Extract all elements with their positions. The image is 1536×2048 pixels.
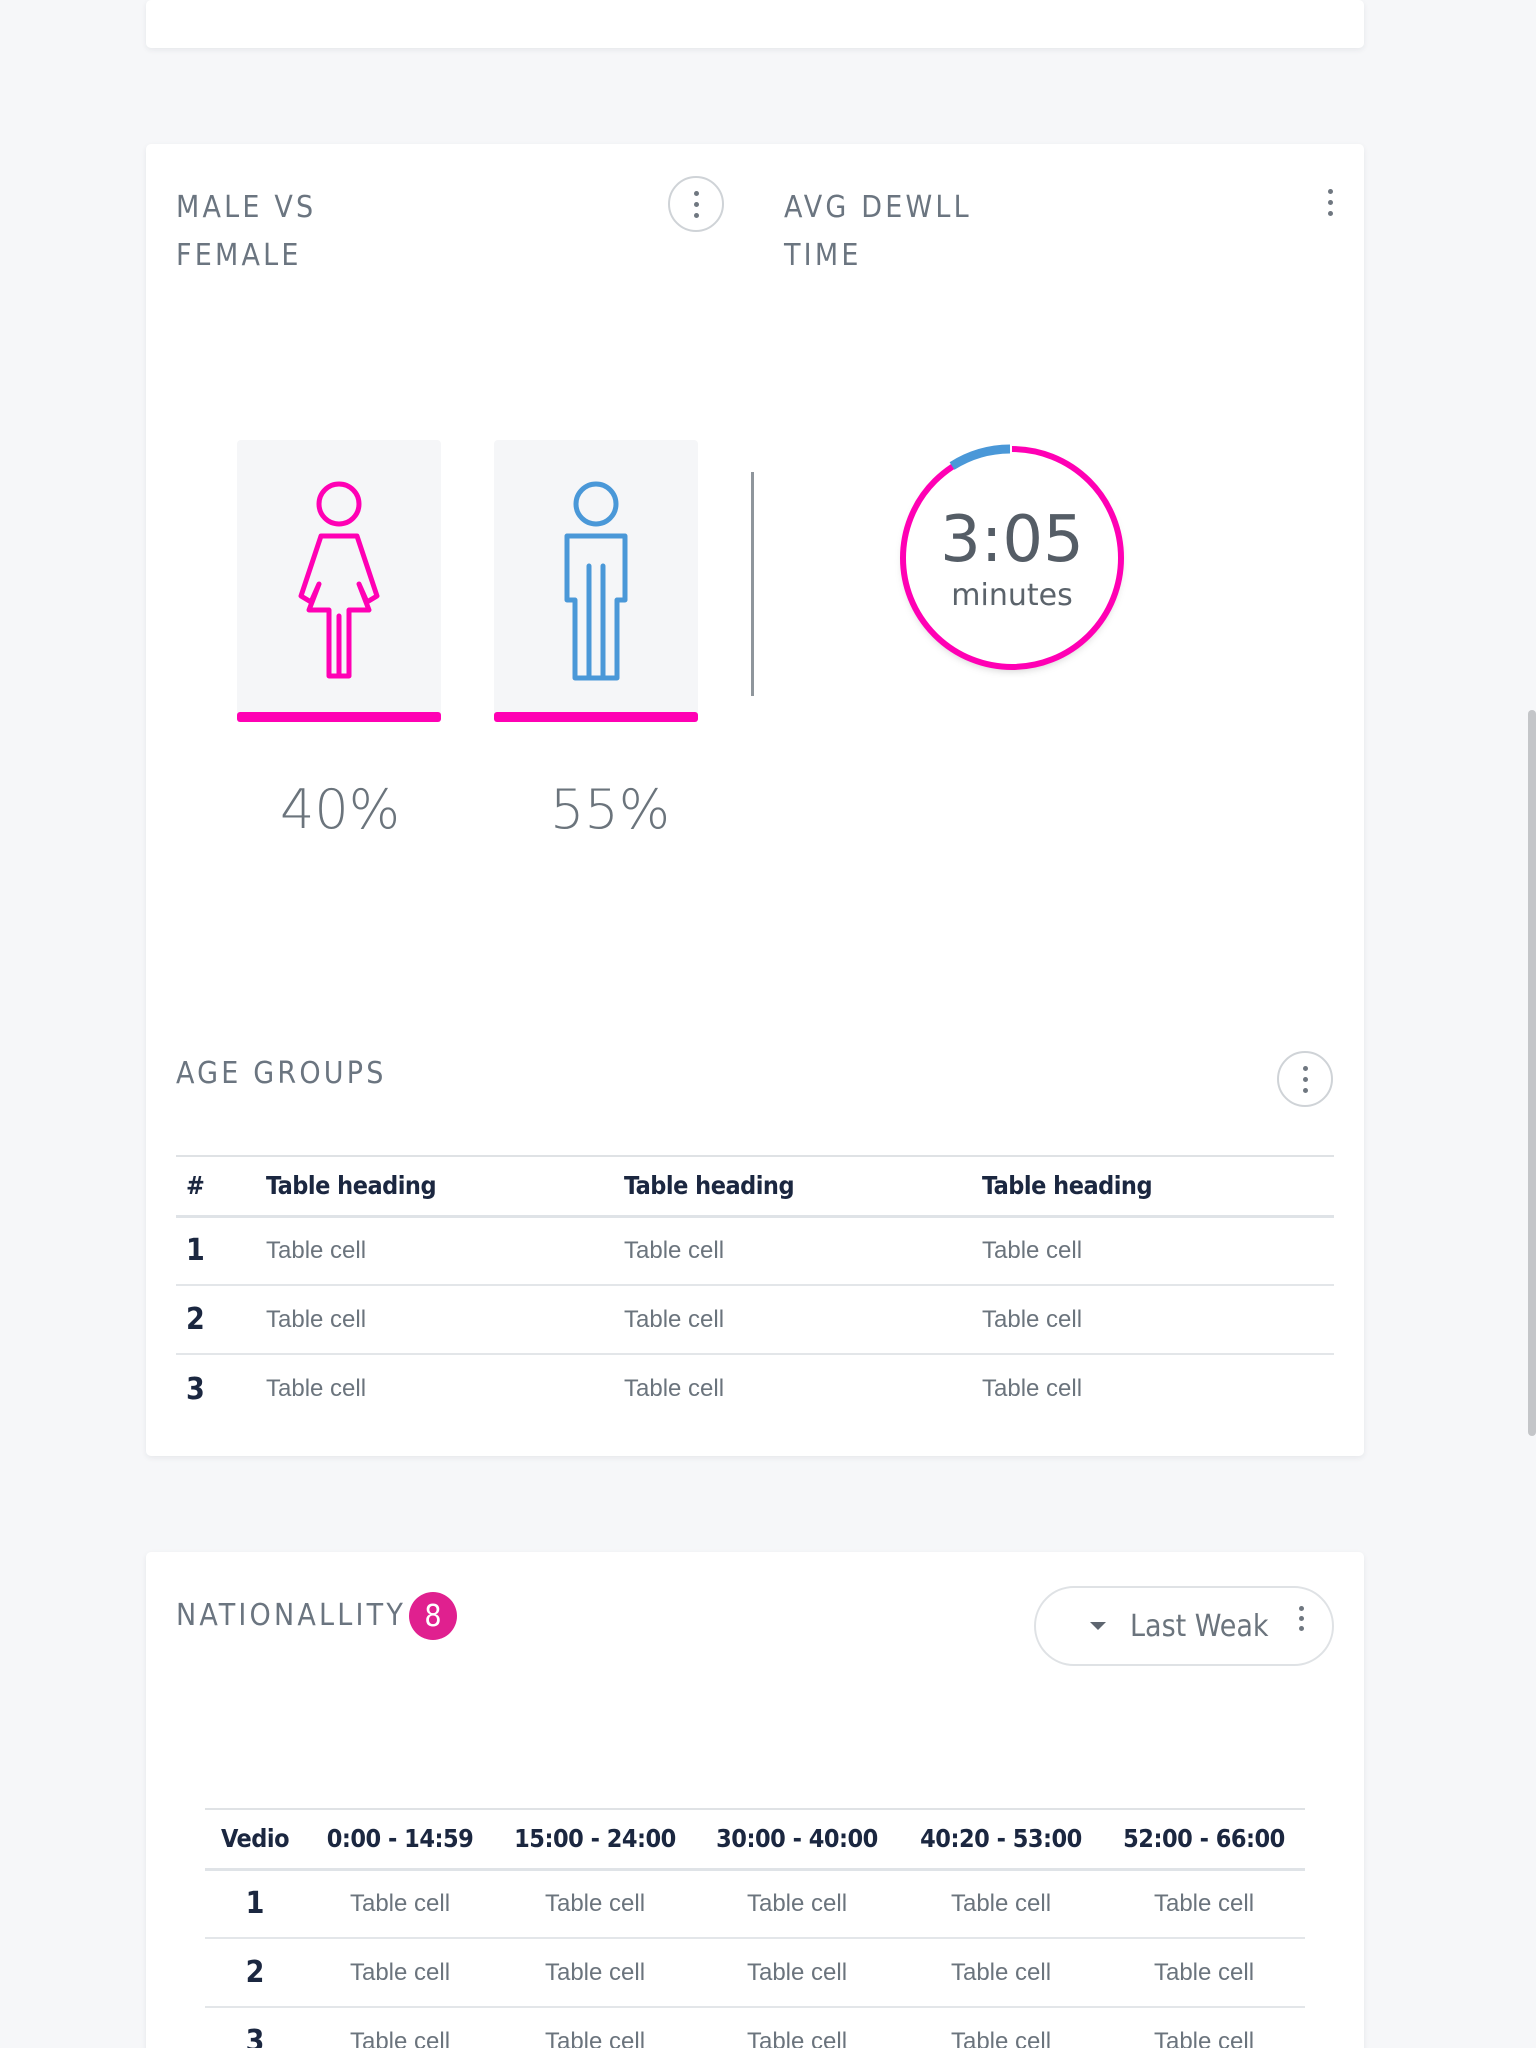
table-cell: Table cell: [899, 1869, 1103, 1939]
female-bar: [237, 712, 441, 722]
table-cell: Table cell: [695, 1869, 899, 1939]
period-filter-value: Last Weak: [1130, 1608, 1269, 1644]
column-header: 40:20 - 53:00: [899, 1808, 1103, 1871]
table-header-row: Vedio 0:00 - 14:59 15:00 - 24:00 30:00 -…: [205, 1808, 1305, 1871]
male-icon: [564, 481, 628, 681]
dot: [1299, 1626, 1304, 1631]
dwell-menu-button[interactable]: [1320, 180, 1340, 224]
male-female-title-line1: MALE VS: [176, 190, 317, 225]
female-tile: [237, 440, 441, 722]
table-row: 2 Table cell Table cell Table cell Table…: [205, 1938, 1305, 2008]
female-icon: [298, 481, 380, 679]
dot: [1302, 1065, 1308, 1071]
row-number: 1: [205, 1869, 305, 1939]
previous-card: [146, 0, 1364, 48]
table-cell: Table cell: [305, 2007, 495, 2048]
nationality-menu-button[interactable]: [1299, 1606, 1304, 1631]
dot: [1327, 199, 1333, 205]
dot: [693, 212, 699, 218]
table-cell: Table cell: [624, 1375, 725, 1402]
dwell-time-unit: minutes: [951, 578, 1073, 613]
table-cell: Table cell: [266, 1216, 624, 1286]
column-header: Vedio: [205, 1808, 305, 1871]
table-cell: Table cell: [266, 1375, 367, 1402]
row-number: 3: [205, 2007, 305, 2048]
period-filter-select[interactable]: Last Weak: [1034, 1586, 1334, 1666]
female-percent: 40%: [279, 778, 401, 841]
age-groups-title: AGE GROUPS: [176, 1056, 387, 1091]
table-cell: Table cell: [624, 1285, 982, 1355]
male-female-title: MALE VS FEMALE: [176, 184, 316, 280]
table-cell: Table cell: [1103, 1938, 1305, 2008]
dot: [1302, 1087, 1308, 1093]
table-row: 1 Table cell Table cell Table cell: [176, 1216, 1334, 1286]
dot: [1302, 1076, 1308, 1082]
row-number: 2: [176, 1285, 266, 1355]
table-row: 3 Table cell Table cell Table cell Table…: [205, 2007, 1305, 2048]
dot: [1327, 210, 1333, 216]
table-cell: Table cell: [1103, 2007, 1305, 2048]
table-cell: Table cell: [1103, 1869, 1305, 1939]
section-divider: [751, 472, 754, 696]
column-header: Table heading: [624, 1155, 982, 1218]
dwell-title-line1: AVG DEWLL: [784, 190, 972, 225]
table-cell: Table cell: [305, 1938, 495, 2008]
dwell-time-value: 3:05: [940, 503, 1084, 577]
table-cell: Table cell: [695, 2007, 899, 2048]
row-number: 1: [176, 1216, 266, 1286]
male-female-menu-button[interactable]: [668, 176, 724, 232]
age-groups-table: # Table heading Table heading Table head…: [176, 1155, 1334, 1423]
row-number: 2: [205, 1938, 305, 2008]
table-cell: Table cell: [495, 2007, 695, 2048]
dot: [693, 190, 699, 196]
nationality-title: NATIONALLITY: [176, 1598, 407, 1633]
dwell-title: AVG DEWLL TIME: [784, 184, 972, 280]
column-header: 30:00 - 40:00: [695, 1808, 899, 1871]
table-row: 3 Table cell Table cell Table cell: [176, 1354, 1334, 1423]
table-cell: Table cell: [495, 1938, 695, 2008]
male-female-title-line2: FEMALE: [176, 238, 302, 273]
table-cell: Table cell: [982, 1216, 1334, 1286]
table-cell: Table cell: [624, 1216, 982, 1286]
table-cell: Table cell: [982, 1285, 1334, 1355]
row-number: 3: [186, 1371, 205, 1407]
table-header-row: # Table heading Table heading Table head…: [176, 1155, 1334, 1218]
column-header: #: [176, 1155, 266, 1218]
table-cell: Table cell: [495, 1869, 695, 1939]
column-header: Table heading: [266, 1155, 624, 1218]
table-row: 2 Table cell Table cell Table cell: [176, 1285, 1334, 1355]
table-row: 1 Table cell Table cell Table cell Table…: [205, 1869, 1305, 1939]
dot: [693, 201, 699, 207]
male-tile: [494, 440, 698, 722]
nationality-count-badge: 8: [409, 1592, 457, 1640]
table-cell: Table cell: [266, 1285, 624, 1355]
male-percent: 55%: [549, 778, 671, 841]
table-cell: Table cell: [899, 2007, 1103, 2048]
table-cell: Table cell: [899, 1938, 1103, 2008]
table-cell: Table cell: [305, 1869, 495, 1939]
dot: [1327, 188, 1333, 194]
table-cell: Table cell: [982, 1375, 1083, 1402]
male-bar: [494, 712, 698, 722]
caret-down-icon: [1090, 1622, 1106, 1630]
column-header: 15:00 - 24:00: [495, 1808, 695, 1871]
column-header: 0:00 - 14:59: [305, 1808, 495, 1871]
nationality-table: Vedio 0:00 - 14:59 15:00 - 24:00 30:00 -…: [205, 1808, 1305, 2048]
dwell-title-line2: TIME: [784, 238, 862, 273]
dot: [1299, 1606, 1304, 1611]
age-groups-menu-button[interactable]: [1277, 1051, 1333, 1107]
column-header: 52:00 - 66:00: [1103, 1808, 1305, 1871]
table-cell: Table cell: [695, 1938, 899, 2008]
vertical-scrollbar[interactable]: [1528, 710, 1536, 1436]
column-header: Table heading: [982, 1155, 1334, 1218]
dot: [1299, 1616, 1304, 1621]
